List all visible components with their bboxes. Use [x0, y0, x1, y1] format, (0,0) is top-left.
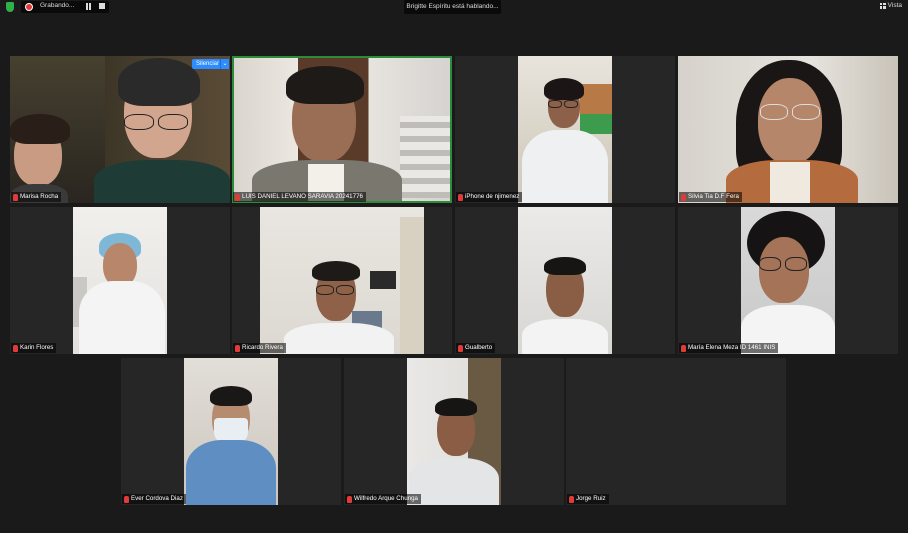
view-button[interactable]: Vista [879, 2, 902, 9]
participant-name-tag: Karin Flores [11, 343, 57, 353]
participant-name: Wilfredo Arque Chunga [354, 495, 418, 502]
participant-name: LUIS DANIEL LEVANO SARAVIA 20241776 [242, 193, 363, 200]
participant-video [232, 56, 452, 203]
video-tile[interactable]: Marisa Rocha [10, 56, 230, 203]
mute-options-chevron-icon[interactable]: ⌄ [220, 59, 229, 69]
video-tile[interactable]: Silvia Tia D.F Fera [678, 56, 898, 203]
participant-video [73, 207, 167, 354]
mic-muted-icon [13, 193, 18, 201]
mute-participant-button[interactable]: Silenciar [192, 59, 224, 69]
active-speaker-banner: Brigitte Espíritu está hablando... [404, 0, 501, 14]
participant-video [407, 358, 501, 505]
mic-muted-icon [347, 495, 352, 503]
participant-name-tag: Silvia Tia D.F Fera [679, 192, 742, 202]
participant-video [260, 207, 424, 354]
video-tile[interactable]: Ricardo Rivera [232, 207, 452, 354]
video-tile[interactable]: iPhone de njimenez [455, 56, 675, 203]
participant-name: Marisa Rocha [20, 193, 59, 200]
participant-name: Ever Cordova Diaz [131, 495, 183, 502]
participant-name: María Elena Meza ID 1461 INIS [688, 344, 776, 351]
recording-dot-icon [25, 3, 33, 11]
participant-video [518, 207, 612, 354]
participant-name: iPhone de njimenez [465, 193, 520, 200]
video-tile[interactable]: Jorge Ruiz [566, 358, 786, 505]
participant-name-tag: Jorge Ruiz [567, 494, 609, 504]
participant-video [518, 56, 612, 203]
participant-video [741, 207, 835, 354]
grid-view-icon [879, 2, 886, 9]
participant-name: Silvia Tia D.F Fera [688, 193, 739, 200]
mic-muted-icon [124, 495, 129, 503]
video-tile[interactable]: Wilfredo Arque Chunga [344, 358, 564, 505]
participant-video [678, 56, 898, 203]
mic-muted-icon [681, 193, 686, 201]
participant-name: Karin Flores [20, 344, 54, 351]
stop-recording-icon[interactable] [99, 3, 105, 9]
mic-muted-icon [235, 344, 240, 352]
participant-name: Ricardo Rivera [242, 344, 283, 351]
video-tile[interactable]: Gualberto [455, 207, 675, 354]
shield-icon[interactable] [6, 2, 14, 12]
mic-muted-icon [681, 344, 686, 352]
participant-name-tag: Ever Cordova Diaz [122, 494, 186, 504]
video-tile[interactable]: Ever Cordova Diaz [121, 358, 341, 505]
video-tile[interactable]: María Elena Meza ID 1461 INIS [678, 207, 898, 354]
mic-muted-icon [458, 344, 463, 352]
participant-name-tag: iPhone de njimenez [456, 192, 523, 202]
video-tile[interactable]: Karin Flores [10, 207, 230, 354]
participant-name-tag: Gualberto [456, 343, 496, 353]
recording-label: Grabando... [40, 2, 75, 9]
mic-muted-icon [458, 193, 463, 201]
view-label: Vista [887, 2, 902, 9]
participant-name-tag: Wilfredo Arque Chunga [345, 494, 421, 504]
participant-name: Jorge Ruiz [576, 495, 606, 502]
mic-muted-icon [13, 344, 18, 352]
mic-muted-icon [235, 193, 240, 201]
participant-video [10, 56, 230, 203]
participant-name: Gualberto [465, 344, 493, 351]
participant-name-tag: LUIS DANIEL LEVANO SARAVIA 20241776 [233, 192, 366, 202]
participant-name-tag: María Elena Meza ID 1461 INIS [679, 343, 779, 353]
participant-name-tag: Marisa Rocha [11, 192, 62, 202]
meeting-top-bar: Grabando... Brigitte Espíritu está habla… [0, 0, 908, 14]
participant-name-tag: Ricardo Rivera [233, 343, 286, 353]
mic-muted-icon [569, 495, 574, 503]
pause-recording-icon[interactable] [86, 3, 92, 10]
video-tile[interactable]: LUIS DANIEL LEVANO SARAVIA 20241776 [232, 56, 452, 203]
participant-video [184, 358, 278, 505]
